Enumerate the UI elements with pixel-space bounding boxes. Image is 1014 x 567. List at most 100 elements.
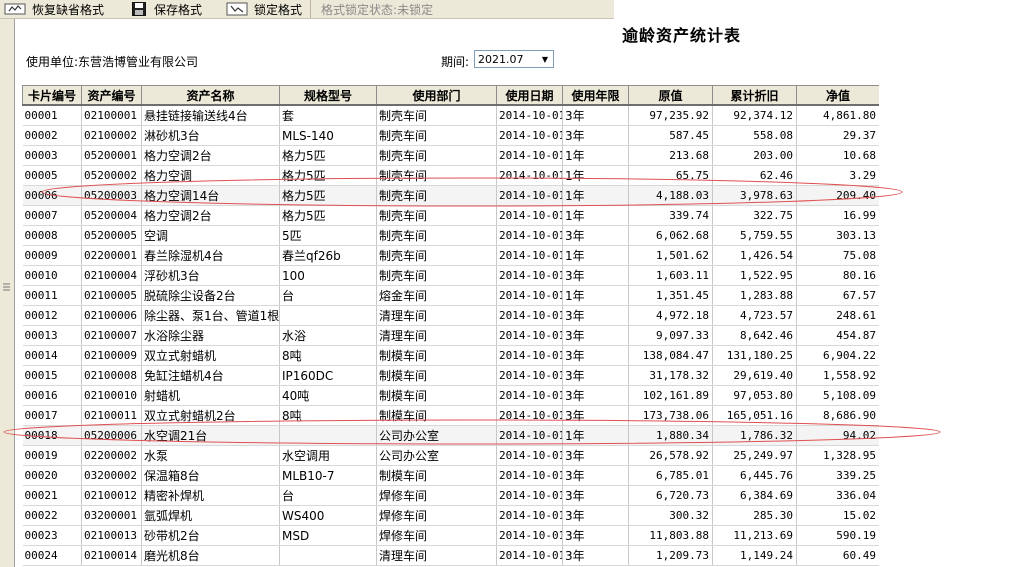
- table-cell: 1,880.34: [628, 425, 713, 446]
- table-cell: 6,062.68: [628, 225, 713, 246]
- column-header[interactable]: 原值: [628, 85, 713, 106]
- table-cell: 1年: [562, 425, 629, 446]
- table-cell: 格力5匹: [279, 185, 377, 206]
- table-cell: 2014-10-01: [496, 125, 563, 146]
- table-row[interactable]: 00022 03200001 氩弧焊机 WS400 焊修车间 2014-10-01 3年 30…: [22, 505, 879, 526]
- table-cell: 3年: [562, 325, 629, 346]
- table-row[interactable]: 00018 05200006 水空调21台 公司办公室 2014-10-01 1年 1,88…: [22, 425, 879, 446]
- table-cell: 公司办公室: [376, 445, 497, 466]
- table-cell: 水泵: [141, 445, 280, 466]
- table-cell: 春兰qf26b: [279, 245, 377, 266]
- table-cell: 5匹: [279, 225, 377, 246]
- table-cell: 62.46: [712, 165, 797, 186]
- table-row[interactable]: 00023 02100013 砂带机2台 MSD 焊修车间 2014-10-01 3年 11,…: [22, 525, 879, 546]
- column-header[interactable]: 使用部门: [376, 85, 497, 106]
- column-header[interactable]: 规格型号: [279, 85, 377, 106]
- column-header[interactable]: 卡片编号: [22, 85, 82, 106]
- save-format-button[interactable]: 保存格式: [128, 0, 208, 18]
- table-cell: 00015: [22, 365, 82, 386]
- table-row[interactable]: 00017 02100011 双立式射蜡机2台 8吨 制模车间 2014-10-01 3年 1…: [22, 405, 879, 426]
- report-title: 逾龄资产统计表: [622, 26, 742, 45]
- table-cell: 制模车间: [376, 385, 497, 406]
- table-cell: 制壳车间: [376, 185, 497, 206]
- period-select[interactable]: 2021.07 ▼: [474, 50, 554, 68]
- table-row[interactable]: 00011 02100005 脱硫除尘设备2台台熔金车间 2014-10-01 1年 1,…: [22, 285, 879, 306]
- table-row[interactable]: 00016 02100010 射蜡机 40吨 制模车间 2014-10-01 3年 102,1…: [22, 385, 879, 406]
- table-cell: 02100001: [81, 105, 142, 126]
- table-cell: 制壳车间: [376, 245, 497, 266]
- table-cell: 3.29: [796, 165, 879, 186]
- table-cell: 05200006: [81, 425, 142, 446]
- table-cell: 138,084.47: [628, 345, 713, 366]
- table-cell: 2014-10-01: [496, 145, 563, 166]
- table-row[interactable]: 00002 02100002 淋砂机3台 MLS-140 制壳车间 2014-10-01 3…: [22, 125, 879, 146]
- table-cell: 00021: [22, 485, 82, 506]
- table-row[interactable]: 00019 02200002 水泵 水空调用 公司办公室 2014-10-01 3年 26,5…: [22, 445, 879, 466]
- table-cell: 03200001: [81, 505, 142, 526]
- table-cell: 双立式射蜡机: [141, 345, 280, 366]
- table-cell: 1,426.54: [712, 245, 797, 266]
- table-cell: 285.30: [712, 505, 797, 526]
- chevron-down-icon[interactable]: ▼: [538, 52, 552, 66]
- table-cell: 制壳车间: [376, 225, 497, 246]
- table-row[interactable]: 00006 05200003 格力空调14台 格力5匹 制壳车间 2014-10-01 1年…: [22, 185, 879, 206]
- table-cell: 3年: [562, 445, 629, 466]
- table-cell: 4,972.18: [628, 305, 713, 326]
- table-cell: 00011: [22, 285, 82, 306]
- column-header[interactable]: 使用日期: [496, 85, 563, 106]
- table-row[interactable]: 00005 05200002 格力空调 格力5匹 制壳车间 2014-10-01 1年 65.…: [22, 165, 879, 186]
- table-cell: 31,178.32: [628, 365, 713, 386]
- lock-format-button[interactable]: 锁定格式: [222, 0, 308, 18]
- table-row[interactable]: 00020 03200002 保温箱8台 MLB10-7 制模车间 2014-10-01 3…: [22, 465, 879, 486]
- table-cell: 公司办公室: [376, 425, 497, 446]
- table-row[interactable]: 00013 02100007 水浴除尘器 水浴 清理车间 2014-10-01 3年 9,09…: [22, 325, 879, 346]
- table-cell: 3年: [562, 265, 629, 286]
- restore-format-icon: [4, 2, 26, 16]
- table-cell: 1年: [562, 285, 629, 306]
- left-panel-splitter[interactable]: [0, 19, 15, 567]
- table-row[interactable]: 00007 05200004 格力空调2台 格力5匹 制壳车间 2014-10-01 1年 3…: [22, 205, 879, 226]
- table-cell: 脱硫除尘设备2台: [141, 285, 280, 306]
- table-cell: 1年: [562, 205, 629, 226]
- table-cell: 00010: [22, 265, 82, 286]
- column-header[interactable]: 使用年限: [562, 85, 629, 106]
- table-row[interactable]: 00001 02100001 悬挂链接输送线4台套制壳车间 2014-10-01 3年 9…: [22, 105, 879, 126]
- table-cell: 173,738.06: [628, 405, 713, 426]
- table-cell: 2014-10-01: [496, 205, 563, 226]
- table-cell: 2014-10-01: [496, 325, 563, 346]
- table-cell: 3年: [562, 405, 629, 426]
- table-cell: 淋砂机3台: [141, 125, 280, 146]
- table-cell: 92,374.12: [712, 105, 797, 126]
- table-row[interactable]: 00012 02100006 除尘器、泵1台、管道1根 清理车间 2014-10-01 3…: [22, 305, 879, 326]
- table-cell: 26,578.92: [628, 445, 713, 466]
- table-cell: 5,759.55: [712, 225, 797, 246]
- table-row[interactable]: 00008 05200005 空调 5匹 制壳车间 2014-10-01 3年 6,062.6…: [22, 225, 879, 246]
- table-cell: 05200005: [81, 225, 142, 246]
- column-header[interactable]: 净值: [796, 85, 879, 106]
- column-header[interactable]: 资产编号: [81, 85, 142, 106]
- restore-default-format-button[interactable]: 恢复缺省格式: [0, 0, 110, 18]
- table-cell: 00002: [22, 125, 82, 146]
- table-cell: 2014-10-01: [496, 265, 563, 286]
- table-cell: 05200004: [81, 205, 142, 226]
- table-row[interactable]: 00010 02100004 浮砂机3台 100 制壳车间 2014-10-01 3年 1,6…: [22, 265, 879, 286]
- table-row[interactable]: 00021 02100012 精密补焊机台焊修车间 2014-10-01 3年 6,720…: [22, 485, 879, 506]
- table-row[interactable]: 00003 05200001 格力空调2台 格力5匹 制壳车间 2014-10-01 1年 2…: [22, 145, 879, 166]
- table-cell: 双立式射蜡机2台: [141, 405, 280, 426]
- table-row[interactable]: 00014 02100009 双立式射蜡机 8吨 制模车间 2014-10-01 3年 138…: [22, 345, 879, 366]
- table-cell: 6,785.01: [628, 465, 713, 486]
- table-row[interactable]: 00009 02200001 春兰除湿机4台 春兰qf26b 制壳车间 2014-10-0…: [22, 245, 879, 266]
- table-row[interactable]: 00015 02100008 免缸注蜡机4台 IP160DC 制模车间 2014-10-0…: [22, 365, 879, 386]
- table-cell: 3年: [562, 545, 629, 566]
- table-cell: 00017: [22, 405, 82, 426]
- table-cell: 制壳车间: [376, 265, 497, 286]
- table-cell: 8,642.46: [712, 325, 797, 346]
- column-header[interactable]: 累计折旧: [712, 85, 797, 106]
- column-header[interactable]: 资产名称: [141, 85, 280, 106]
- table-cell: 氩弧焊机: [141, 505, 280, 526]
- table-cell: 02100007: [81, 325, 142, 346]
- table-cell: 1,603.11: [628, 265, 713, 286]
- table-row[interactable]: 00024 02100014 磨光机8台 清理车间 2014-10-01 3年 1,209.…: [22, 545, 879, 566]
- table-cell: 209.40: [796, 185, 879, 206]
- table-cell: 2014-10-01: [496, 105, 563, 126]
